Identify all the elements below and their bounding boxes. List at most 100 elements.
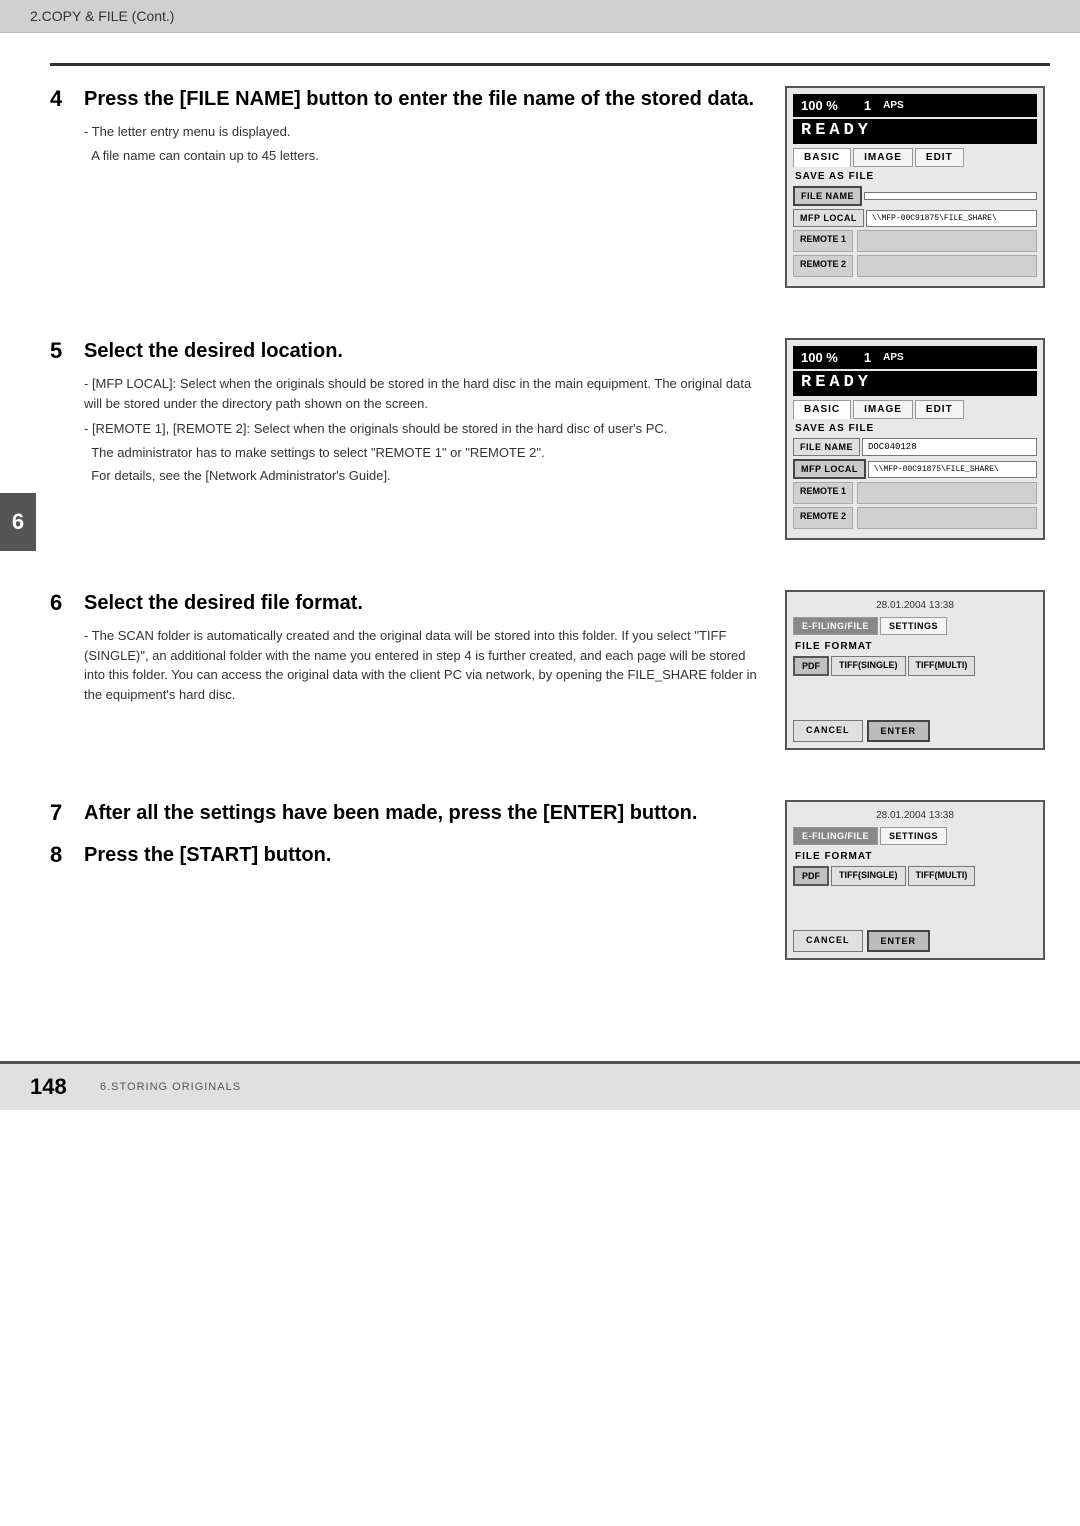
step-7-8-screen: 28.01.2004 13:38 E-FILING/FILE SETTINGS … <box>785 800 1050 980</box>
header-title: 2.COPY & FILE (Cont.) <box>30 8 174 24</box>
screen-6-datetime: 28.01.2004 13:38 <box>793 598 1037 613</box>
screen-7-8-efiling-tab[interactable]: E-FILING/FILE <box>793 827 878 845</box>
screen-4-remote2-btn[interactable]: REMOTE 2 <box>793 255 853 277</box>
step-7-number: 7 <box>50 800 74 826</box>
screen-7-8-tiff-multi-btn[interactable]: TIFF(MULTI) <box>908 866 976 886</box>
screen-4-copies: 1 <box>864 98 871 113</box>
screen-4: 100 % 1 APS READY BASIC IMAGE EDIT SAVE … <box>785 86 1045 288</box>
side-tab-label: 6 <box>12 509 24 535</box>
screen-5-tab-edit[interactable]: EDIT <box>915 400 964 419</box>
screen-6-pdf-btn[interactable]: PDF <box>793 656 829 676</box>
step-4-number: 4 <box>50 86 74 112</box>
footer-page-number: 148 <box>30 1074 80 1100</box>
step-5-line-4: For details, see the [Network Administra… <box>84 466 765 486</box>
screen-5-remote2-row: REMOTE 2 <box>793 507 1037 529</box>
screen-7-8-settings-tab[interactable]: SETTINGS <box>880 827 947 845</box>
step-8-number: 8 <box>50 842 74 868</box>
screen-7-8-format-label: FILE FORMAT <box>793 851 1037 862</box>
screen-5-remote1-btn[interactable]: REMOTE 1 <box>793 482 853 504</box>
screen-4-remote1-value <box>857 230 1037 252</box>
step-5-number: 5 <box>50 338 74 364</box>
screen-4-tab-image[interactable]: IMAGE <box>853 148 913 167</box>
screen-4-topbar: 100 % 1 APS <box>793 94 1037 117</box>
screen-5-filename-btn[interactable]: FILE NAME <box>793 438 860 456</box>
step-6-header: 6 Select the desired file format. <box>50 590 765 616</box>
step-5-line-3: The administrator has to make settings t… <box>84 443 765 463</box>
step-6-text: 6 Select the desired file format. - The … <box>50 590 765 708</box>
step-6-body: - The SCAN folder is automatically creat… <box>84 626 765 704</box>
screen-4-remote1-row: REMOTE 1 <box>793 230 1037 252</box>
screen-4-remote1-btn[interactable]: REMOTE 1 <box>793 230 853 252</box>
screen-7-8-pdf-btn[interactable]: PDF <box>793 866 829 886</box>
step-4-title: Press the [FILE NAME] button to enter th… <box>84 86 754 112</box>
screen-5-remote2-btn[interactable]: REMOTE 2 <box>793 507 853 529</box>
screen-4-filename-row: FILE NAME <box>793 186 1037 206</box>
screen-6-efiling-tab[interactable]: E-FILING/FILE <box>793 617 878 635</box>
side-tab: 6 <box>0 493 36 551</box>
screen-7-8-tabs: E-FILING/FILE SETTINGS <box>793 827 1037 845</box>
step-7-8-section: 7 After all the settings have been made,… <box>50 800 1050 980</box>
step-4-line-2: A file name can contain up to 45 letters… <box>84 146 765 166</box>
step-5-body: - [MFP LOCAL]: Select when the originals… <box>84 374 765 486</box>
step-8-header: 8 Press the [START] button. <box>50 842 765 868</box>
screen-5-mfplocal-value: \\MFP-00C91875\FILE_SHARE\ <box>868 461 1037 478</box>
screen-4-filename-btn[interactable]: FILE NAME <box>793 186 862 206</box>
step-5-section: 5 Select the desired location. - [MFP LO… <box>50 338 1050 560</box>
step-7-header: 7 After all the settings have been made,… <box>50 800 765 826</box>
screen-7-8-cancel-btn[interactable]: CANCEL <box>793 930 863 952</box>
screen-4-mfplocal-btn[interactable]: MFP LOCAL <box>793 209 864 227</box>
screen-4-tab-basic[interactable]: BASIC <box>793 148 851 167</box>
screen-5: 100 % 1 APS READY BASIC IMAGE EDIT SAVE … <box>785 338 1045 540</box>
screen-7-8-datetime: 28.01.2004 13:38 <box>793 808 1037 823</box>
screen-6-tabs: E-FILING/FILE SETTINGS <box>793 617 1037 635</box>
screen-7-8-action-row: CANCEL ENTER <box>793 930 1037 952</box>
screen-6-settings-tab[interactable]: SETTINGS <box>880 617 947 635</box>
screen-6: 28.01.2004 13:38 E-FILING/FILE SETTINGS … <box>785 590 1045 750</box>
screen-5-tab-basic[interactable]: BASIC <box>793 400 851 419</box>
screen-6-cancel-btn[interactable]: CANCEL <box>793 720 863 742</box>
screen-5-remote1-row: REMOTE 1 <box>793 482 1037 504</box>
step-8-title: Press the [START] button. <box>84 842 331 868</box>
screen-7-8-format-row: PDF TIFF(SINGLE) TIFF(MULTI) <box>793 866 1037 886</box>
screen-4-filename-value <box>864 192 1037 200</box>
step-5-line-2: - [REMOTE 1], [REMOTE 2]: Select when th… <box>84 419 765 439</box>
step-5-text: 5 Select the desired location. - [MFP LO… <box>50 338 765 490</box>
screen-7-8-spacer <box>793 894 1037 924</box>
screen-6-format-row: PDF TIFF(SINGLE) TIFF(MULTI) <box>793 656 1037 676</box>
screen-6-tiff-multi-btn[interactable]: TIFF(MULTI) <box>908 656 976 676</box>
step-6-screen: 28.01.2004 13:38 E-FILING/FILE SETTINGS … <box>785 590 1050 770</box>
screen-5-remote2-value <box>857 507 1037 529</box>
screen-5-save-label: SAVE AS FILE <box>793 423 1037 434</box>
step-4-text: 4 Press the [FILE NAME] button to enter … <box>50 86 765 169</box>
step-4-screen: 100 % 1 APS READY BASIC IMAGE EDIT SAVE … <box>785 86 1050 308</box>
screen-4-remote2-value <box>857 255 1037 277</box>
screen-6-tiff-single-btn[interactable]: TIFF(SINGLE) <box>831 656 906 676</box>
step-5-line-1: - [MFP LOCAL]: Select when the originals… <box>84 374 765 413</box>
screen-4-ready: READY <box>793 119 1037 144</box>
page-header: 2.COPY & FILE (Cont.) <box>0 0 1080 33</box>
screen-5-tab-image[interactable]: IMAGE <box>853 400 913 419</box>
step-6-line-1: - The SCAN folder is automatically creat… <box>84 626 765 704</box>
step-5-title: Select the desired location. <box>84 338 343 364</box>
screen-5-mfplocal-btn[interactable]: MFP LOCAL <box>793 459 866 479</box>
footer-section: 6.STORING ORIGINALS <box>100 1081 241 1093</box>
screen-6-enter-btn[interactable]: ENTER <box>867 720 931 742</box>
step-6-number: 6 <box>50 590 74 616</box>
screen-7-8-tiff-single-btn[interactable]: TIFF(SINGLE) <box>831 866 906 886</box>
screen-5-remote1-value <box>857 482 1037 504</box>
top-divider <box>50 63 1050 66</box>
screen-5-copies: 1 <box>864 350 871 365</box>
step-6-section: 6 Select the desired file format. - The … <box>50 590 1050 770</box>
screen-4-percent: 100 % <box>801 98 838 113</box>
screen-7-8: 28.01.2004 13:38 E-FILING/FILE SETTINGS … <box>785 800 1045 960</box>
screen-5-aps: APS <box>883 352 904 363</box>
screen-4-mfplocal-value: \\MFP-00C91875\FILE_SHARE\ <box>866 210 1037 227</box>
screen-7-8-enter-btn[interactable]: ENTER <box>867 930 931 952</box>
screen-4-tabs: BASIC IMAGE EDIT <box>793 148 1037 167</box>
screen-6-action-row: CANCEL ENTER <box>793 720 1037 742</box>
step-4-body: - The letter entry menu is displayed. A … <box>84 122 765 165</box>
screen-5-filename-row: FILE NAME DOC040128 <box>793 438 1037 456</box>
screen-5-ready: READY <box>793 371 1037 396</box>
step-7-title: After all the settings have been made, p… <box>84 800 697 826</box>
screen-4-tab-edit[interactable]: EDIT <box>915 148 964 167</box>
